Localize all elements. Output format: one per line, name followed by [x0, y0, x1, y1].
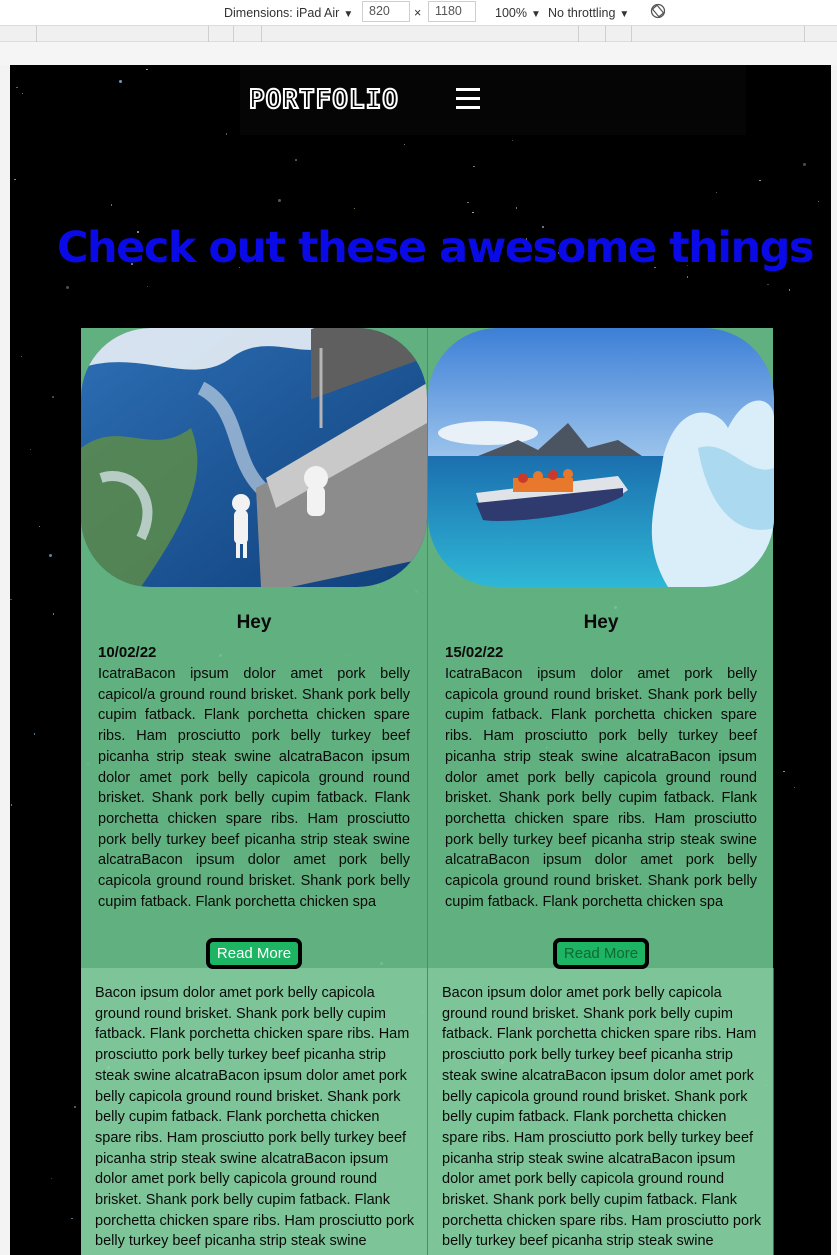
star-dot — [473, 165, 475, 168]
dimensions-dropdown[interactable]: Dimensions: iPad Air ▼ — [224, 4, 353, 22]
star-dot — [759, 179, 761, 182]
star-dot — [467, 201, 469, 204]
star-dot — [33, 733, 36, 735]
chevron-down-icon: ▼ — [530, 9, 541, 20]
card-title: Hey — [583, 612, 619, 633]
star-dot — [403, 143, 406, 146]
cards-grid: Hey 10/02/22 IcatraBacon ipsum dolor ame… — [81, 328, 774, 1255]
throttling-label: No throttling — [548, 6, 616, 20]
star-dot — [353, 207, 356, 210]
star-dot — [52, 396, 54, 398]
star-dot — [225, 133, 228, 135]
star-dot — [783, 770, 785, 773]
dimensions-label: Dimensions: iPad Air — [224, 6, 340, 20]
card: Hey 10/02/22 IcatraBacon ipsum dolor ame… — [81, 328, 427, 1255]
star-dot — [20, 355, 23, 358]
star-dot — [50, 1177, 53, 1180]
device-toolbar: Dimensions: iPad Air ▼ 820 × 1180 100% ▼ N… — [0, 0, 837, 26]
star-dot — [511, 139, 514, 142]
card-text: IcatraBacon ipsum dolor amet pork belly … — [445, 666, 757, 910]
rotate-icon[interactable] — [650, 3, 666, 21]
read-more-button[interactable]: Read More — [553, 938, 649, 969]
card-more-text: Bacon ipsum dolor amet pork belly capico… — [95, 985, 415, 1255]
star-dot — [146, 285, 149, 288]
star-dot — [16, 86, 18, 89]
star-dot — [29, 448, 32, 450]
star-dot — [793, 786, 796, 789]
page-viewport: PORTFOLIO Check out these awesome things — [10, 65, 831, 1255]
card-title: Hey — [236, 612, 272, 633]
star-dot — [110, 204, 113, 206]
chevron-down-icon: ▼ — [619, 9, 630, 20]
star-dot — [472, 211, 474, 214]
logo[interactable]: PORTFOLIO — [248, 84, 399, 116]
card-image — [428, 328, 774, 587]
star-dot — [788, 289, 791, 291]
star-dot — [21, 92, 24, 95]
astronaut-spacewalk-image — [81, 328, 427, 587]
height-input[interactable]: 1180 — [428, 1, 476, 22]
page-title: Check out these awesome things — [57, 223, 815, 273]
card-image — [81, 328, 427, 587]
star-dot — [10, 598, 12, 601]
star-dot — [38, 525, 41, 528]
star-dot — [817, 200, 820, 203]
star-dot — [278, 198, 282, 202]
star-dot — [767, 283, 769, 286]
card-date: 10/02/22 — [98, 644, 157, 661]
star-dot — [71, 1217, 73, 1220]
star-dot — [14, 178, 16, 181]
star-dot — [48, 553, 52, 557]
star-dot — [686, 276, 689, 278]
card-text: IcatraBacon ipsum dolor amet pork belly … — [98, 666, 410, 910]
star-dot — [65, 285, 69, 289]
times-label: × — [414, 6, 422, 20]
zoom-label: 100% — [495, 6, 527, 20]
chevron-down-icon: ▼ — [343, 9, 354, 20]
width-input[interactable]: 820 — [362, 1, 410, 22]
star-dot — [146, 68, 148, 71]
media-query-ruler — [0, 26, 837, 42]
card-more-text: Bacon ipsum dolor amet pork belly capico… — [442, 985, 762, 1255]
star-dot — [802, 163, 806, 167]
star-dot — [118, 80, 122, 84]
star-dot — [515, 207, 517, 209]
card-date: 15/02/22 — [445, 644, 504, 661]
hamburger-menu-icon[interactable] — [456, 88, 480, 110]
star-dot — [295, 159, 297, 161]
star-dot — [52, 613, 55, 615]
star-dot — [715, 191, 718, 194]
star-dot — [10, 804, 13, 806]
zoom-dropdown[interactable]: 100% ▼ — [495, 4, 541, 22]
throttling-dropdown[interactable]: No throttling ▼ — [548, 4, 629, 22]
star-dot — [74, 1106, 76, 1108]
card: Hey 15/02/22 IcatraBacon ipsum dolor ame… — [427, 328, 774, 1255]
read-more-button[interactable]: Read More — [206, 938, 302, 969]
iceberg-boat-image — [428, 328, 774, 587]
